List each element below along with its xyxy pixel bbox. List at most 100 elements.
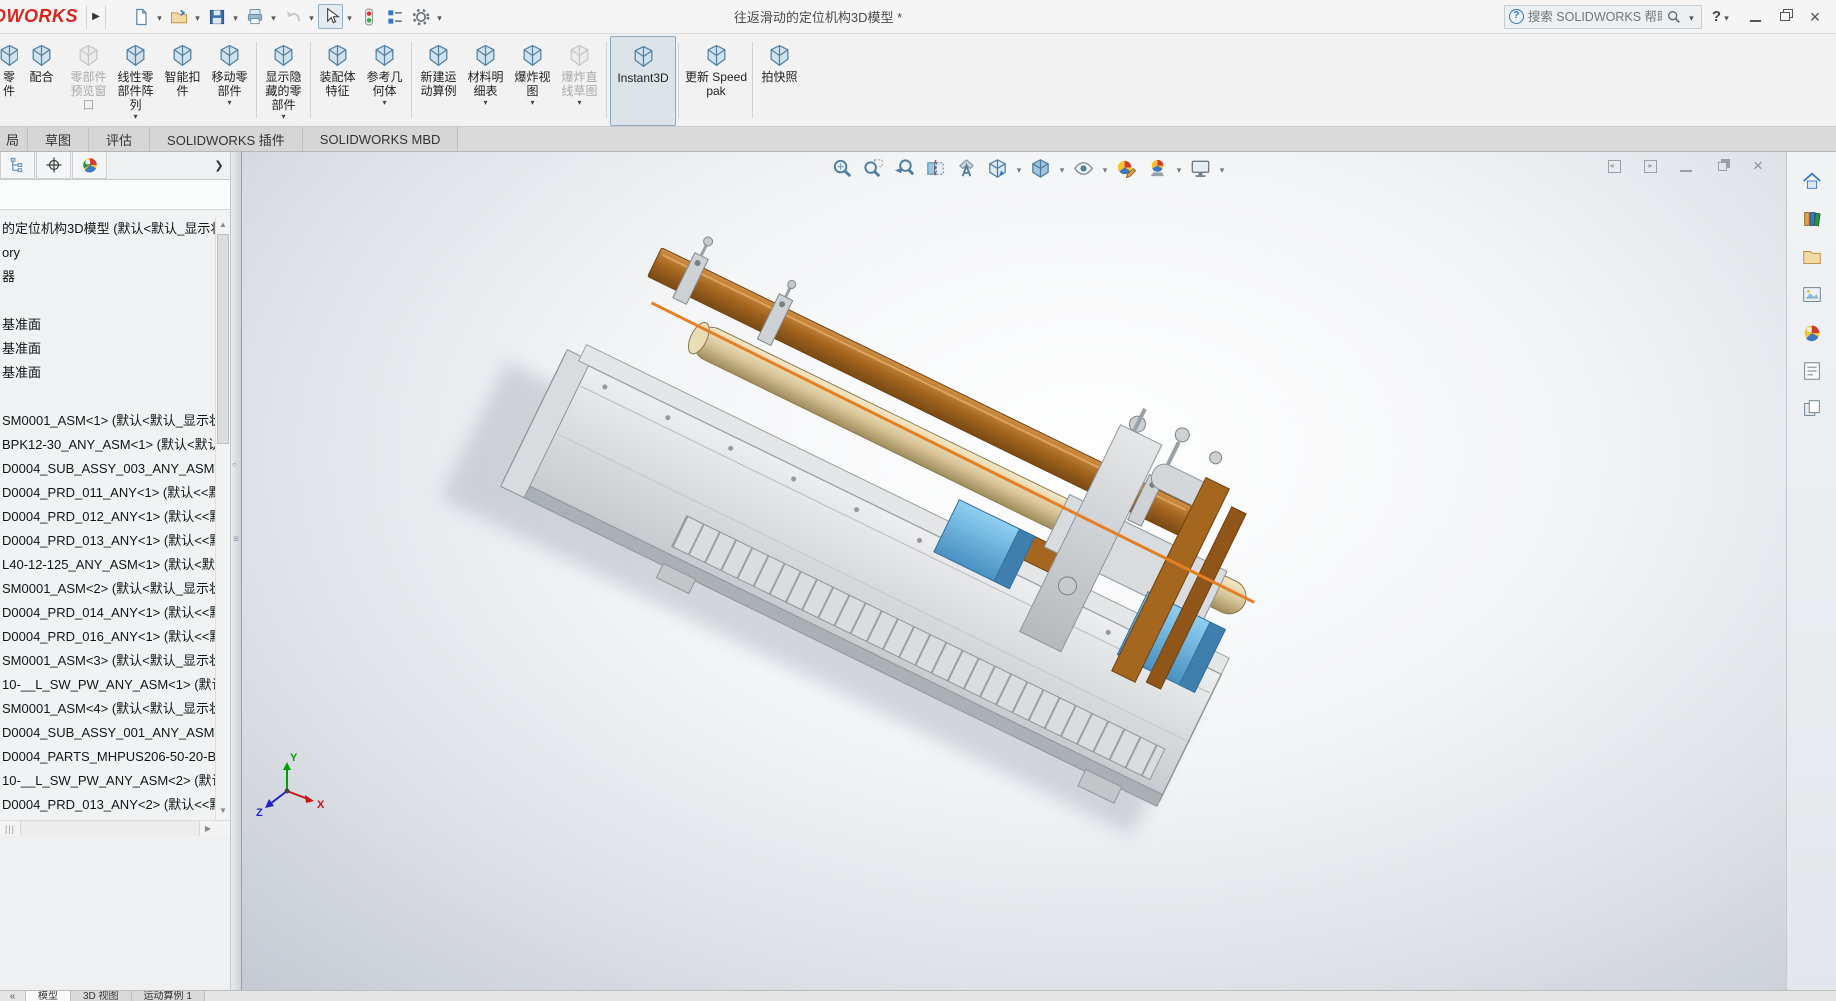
search-input[interactable] bbox=[1528, 10, 1662, 24]
scroll-right-icon[interactable] bbox=[200, 824, 216, 833]
minimize-icon[interactable] bbox=[1740, 3, 1770, 31]
chevron-down-icon[interactable] bbox=[154, 9, 165, 24]
chevron-down-icon[interactable] bbox=[1057, 161, 1067, 176]
tree-item[interactable] bbox=[0, 385, 230, 409]
command-tab[interactable]: 局 bbox=[0, 127, 28, 151]
command-tab[interactable]: 评估 bbox=[89, 127, 150, 151]
display-settings-icon[interactable] bbox=[382, 4, 407, 29]
command-tab[interactable]: SOLIDWORKS MBD bbox=[303, 127, 459, 151]
chevron-down-icon[interactable] bbox=[434, 9, 445, 24]
previous-view-icon[interactable] bbox=[890, 154, 919, 182]
hide-show-items-icon[interactable] bbox=[1069, 154, 1098, 182]
tree-item[interactable]: SM0001_ASM<4> (默认<默认_显示状 bbox=[0, 697, 230, 721]
ribbon-button[interactable]: 爆炸视图 bbox=[509, 36, 556, 126]
ribbon-button[interactable]: 拍快照 bbox=[756, 36, 803, 126]
save-icon[interactable] bbox=[204, 4, 229, 29]
appearances-icon[interactable] bbox=[1797, 320, 1827, 346]
tree-item[interactable]: D0004_PRD_012_ANY<1> (默认<<默 bbox=[0, 505, 230, 529]
tree-item[interactable]: BPK12-30_ANY_ASM<1> (默认<默认 bbox=[0, 433, 230, 457]
tree-item[interactable]: 基准面 bbox=[0, 337, 230, 361]
ribbon-button[interactable]: 线性零部件阵列 bbox=[112, 36, 159, 126]
tree-item[interactable]: 10-__L_SW_PW_ANY_ASM<1> (默认 bbox=[0, 673, 230, 697]
tree-vertical-scrollbar[interactable] bbox=[215, 217, 230, 820]
home-icon[interactable] bbox=[1797, 168, 1827, 194]
chevron-down-icon[interactable] bbox=[344, 9, 355, 24]
annotations-icon[interactable] bbox=[952, 154, 981, 182]
chevron-down-icon[interactable] bbox=[230, 9, 241, 24]
tree-item[interactable]: D0004_PRD_013_ANY<2> (默认<<默 bbox=[0, 793, 230, 817]
document-tab[interactable]: 运动算例 1 bbox=[132, 991, 205, 1001]
ribbon-button[interactable]: 智能扣件 bbox=[159, 36, 206, 126]
new-document-icon[interactable] bbox=[128, 4, 153, 29]
tree-item[interactable]: D0004_SUB_ASSY_001_ANY_ASM<1 bbox=[0, 721, 230, 745]
ribbon-button[interactable]: 显示隐藏的零部件 bbox=[260, 36, 307, 126]
chevron-down-icon[interactable] bbox=[1100, 161, 1110, 176]
scrollbar-thumb[interactable] bbox=[217, 234, 229, 444]
tree-item[interactable]: 器 bbox=[0, 265, 230, 289]
apply-scene-icon[interactable] bbox=[1143, 154, 1172, 182]
search-box[interactable] bbox=[1504, 5, 1702, 29]
tree-item[interactable]: L40-12-125_ANY_ASM<1> (默认<默 bbox=[0, 553, 230, 577]
tree-item[interactable]: D0004_PRD_011_ANY<1> (默认<<默 bbox=[0, 481, 230, 505]
chevron-down-icon[interactable] bbox=[1174, 161, 1184, 176]
chevron-down-icon[interactable] bbox=[1721, 8, 1732, 25]
edit-appearance-icon[interactable] bbox=[1112, 154, 1141, 182]
restore-icon[interactable] bbox=[1770, 3, 1800, 31]
close-icon[interactable] bbox=[1800, 3, 1830, 31]
close-icon[interactable] bbox=[1748, 156, 1768, 176]
chevron-down-icon[interactable] bbox=[1217, 161, 1227, 176]
ribbon-button[interactable]: 新建运动算例 bbox=[415, 36, 462, 126]
tree-item[interactable]: D0004_PRD_013_ANY<1> (默认<<默 bbox=[0, 529, 230, 553]
chevron-down-icon[interactable] bbox=[268, 9, 279, 24]
file-explorer-icon[interactable] bbox=[1797, 244, 1827, 270]
tab-scroll-left-icon[interactable] bbox=[0, 991, 26, 1001]
section-view-icon[interactable] bbox=[921, 154, 950, 182]
command-tab[interactable]: 草图 bbox=[28, 127, 89, 151]
ribbon-button[interactable]: 配合 bbox=[18, 36, 65, 126]
tree-item[interactable]: ory bbox=[0, 241, 230, 265]
ribbon-button[interactable]: 参考几何体 bbox=[361, 36, 408, 126]
minimize-icon[interactable] bbox=[1676, 156, 1696, 176]
open-icon[interactable] bbox=[166, 4, 191, 29]
tree-item[interactable]: SM0001_ASM<2> (默认<默认_显示状 bbox=[0, 577, 230, 601]
scroll-up-icon[interactable] bbox=[216, 217, 230, 232]
restore-icon[interactable] bbox=[1712, 156, 1732, 176]
help-button[interactable]: ? bbox=[1712, 8, 1732, 25]
print-icon[interactable] bbox=[242, 4, 267, 29]
panel-flyout-icon[interactable] bbox=[211, 157, 227, 173]
tree-item[interactable]: SM0001_ASM<3> (默认<默认_显示状 bbox=[0, 649, 230, 673]
zoom-to-area-icon[interactable] bbox=[859, 154, 888, 182]
tree-item[interactable]: D0004_PRD_014_ANY<1> (默认<<默 bbox=[0, 601, 230, 625]
chevron-down-icon[interactable] bbox=[1686, 9, 1697, 24]
chevron-down-icon[interactable] bbox=[1014, 161, 1024, 176]
command-tab[interactable]: SOLIDWORKS 插件 bbox=[150, 127, 303, 151]
tree-item[interactable] bbox=[0, 289, 230, 313]
menu-flyout-icon[interactable] bbox=[86, 5, 106, 29]
document-pane-icon[interactable] bbox=[1797, 396, 1827, 422]
tree-item[interactable]: 的定位机构3D模型 (默认<默认_显示状 bbox=[0, 217, 230, 241]
tree-item[interactable]: 基准面 bbox=[0, 361, 230, 385]
view-orientation-icon[interactable] bbox=[983, 154, 1012, 182]
chevron-down-icon[interactable] bbox=[192, 9, 203, 24]
panel-splitter[interactable] bbox=[230, 152, 242, 990]
feature-tree-icon[interactable] bbox=[0, 152, 35, 179]
ribbon-button[interactable]: 装配体特征 bbox=[314, 36, 361, 126]
tree-item[interactable]: 基准面 bbox=[0, 313, 230, 337]
tree-item[interactable]: SM0001_ASM<1> (默认<默认_显示状 bbox=[0, 409, 230, 433]
search-icon[interactable] bbox=[1666, 9, 1682, 25]
document-tab[interactable]: 3D 视图 bbox=[71, 991, 132, 1001]
display-style-icon[interactable] bbox=[1026, 154, 1055, 182]
ribbon-button[interactable]: 零件 bbox=[0, 36, 18, 126]
property-manager-icon[interactable] bbox=[36, 152, 71, 179]
tree-horizontal-scrollbar[interactable] bbox=[0, 820, 230, 836]
rebuild-traffic-light-icon[interactable] bbox=[356, 4, 381, 29]
pane-right-icon[interactable] bbox=[1640, 156, 1660, 176]
scrollbar-track[interactable] bbox=[20, 821, 200, 836]
select-cursor-icon[interactable] bbox=[318, 4, 343, 29]
custom-properties-icon[interactable] bbox=[1797, 358, 1827, 384]
scrollbar-grip[interactable] bbox=[0, 824, 20, 834]
view-settings-icon[interactable] bbox=[1186, 154, 1215, 182]
tree-item[interactable]: 10-__L_SW_PW_ANY_ASM<2> (默认 bbox=[0, 769, 230, 793]
zoom-to-fit-icon[interactable] bbox=[828, 154, 857, 182]
tree-item[interactable]: D0004_PRD_016_ANY<1> (默认<<默 bbox=[0, 625, 230, 649]
